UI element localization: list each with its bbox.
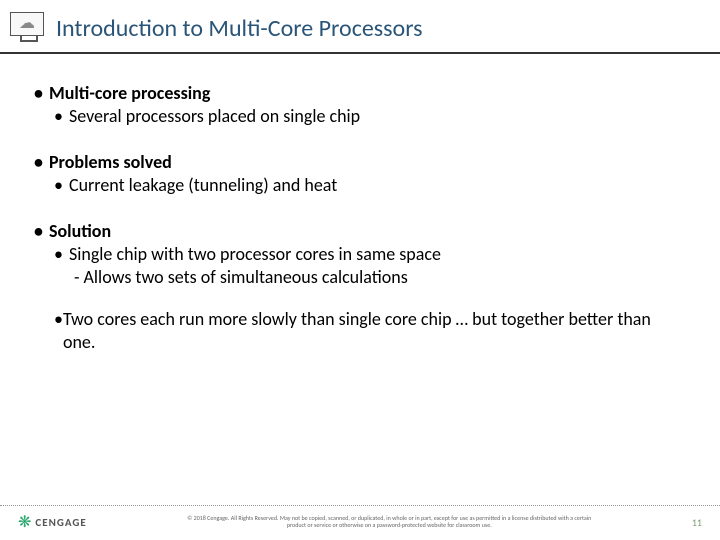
copyright-text: © 2018 Cengage. All Rights Reserved. May… bbox=[179, 515, 599, 529]
slide-body: •Multi-core processing •Several processo… bbox=[0, 54, 720, 355]
bullet-sub: Single chip with two processor cores in … bbox=[69, 243, 441, 266]
bullet-subsub: Allows two sets of simultaneous calculat… bbox=[84, 266, 408, 289]
slide-title: Introduction to Multi-Core Processors bbox=[56, 14, 423, 43]
brand-logo: ❋ CENGAGE bbox=[18, 512, 87, 532]
bullet-head: Multi-core processing bbox=[49, 82, 210, 105]
slide-header: ☁ Introduction to Multi-Core Processors bbox=[0, 0, 720, 54]
cloud-icon: ☁ bbox=[19, 16, 35, 32]
bullet-head: Solution bbox=[49, 220, 111, 243]
page-number: 11 bbox=[692, 516, 702, 529]
presentation-icon: ☁ bbox=[10, 12, 48, 44]
brand-name: CENGAGE bbox=[35, 516, 86, 529]
block-multicore: •Multi-core processing •Several processo… bbox=[34, 82, 686, 129]
block-problems: •Problems solved •Current leakage (tunne… bbox=[34, 151, 686, 198]
bullet-sub: Two cores each run more slowly than sing… bbox=[63, 308, 686, 355]
bullet-sub: Current leakage (tunneling) and heat bbox=[69, 174, 337, 197]
bullet-sub: Several processors placed on single chip bbox=[69, 105, 360, 128]
leaf-icon: ❋ bbox=[18, 512, 31, 532]
bullet-head: Problems solved bbox=[49, 151, 172, 174]
block-solution: •Solution •Single chip with two processo… bbox=[34, 220, 686, 355]
slide-footer: ❋ CENGAGE © 2018 Cengage. All Rights Res… bbox=[0, 505, 720, 540]
